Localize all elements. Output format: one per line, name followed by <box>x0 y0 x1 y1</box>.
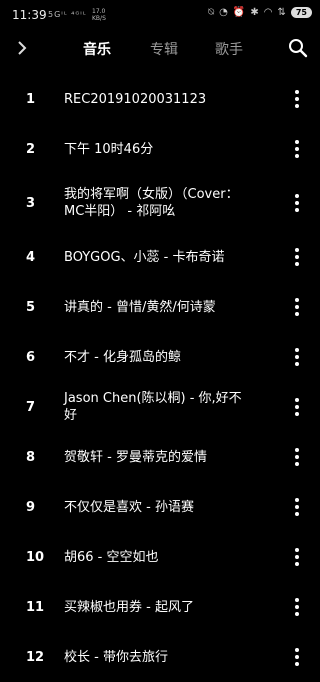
signal-icon: 5Gᴵᴸ ⁴ᴳᴵᴸ <box>48 10 87 19</box>
song-title: 我的将军啊（女版）（Cover：MC半阳） - 祁阿吆 <box>64 187 239 219</box>
song-title: 买辣椒也用券 - 起风了 <box>64 599 194 615</box>
song-number: 7 <box>26 399 36 415</box>
search-icon[interactable] <box>287 37 309 59</box>
wifi-icon: ◠ <box>263 7 273 18</box>
network-speed: 17.0 KB/S <box>92 8 106 22</box>
tab-music[interactable]: 音乐 <box>83 39 111 59</box>
song-row[interactable]: 7 Jason Chen(陈以桐) - 你,好不好 <box>0 382 320 432</box>
song-number: 2 <box>26 141 36 157</box>
song-number: 1 <box>26 91 36 107</box>
more-options-icon[interactable] <box>294 174 300 232</box>
song-number: 5 <box>26 299 36 315</box>
song-number: 3 <box>26 195 36 211</box>
song-row[interactable]: 2 下午 10时46分 <box>0 124 320 174</box>
song-list: 1 REC20191020031123 2 下午 10时46分 3 我的将军啊（… <box>0 74 320 682</box>
song-row[interactable]: 4 BOYGOG、小蕊 - 卡布奇诺 <box>0 232 320 282</box>
status-time: 11:39 <box>12 8 47 22</box>
song-row[interactable]: 8 贺敬轩 - 罗曼蒂克的爱情 <box>0 432 320 482</box>
song-number: 10 <box>26 549 45 565</box>
song-title: 胡66 - 空空如也 <box>64 549 159 565</box>
more-options-icon[interactable] <box>294 482 300 532</box>
top-navigation: 音乐 专辑 歌手 <box>0 33 320 65</box>
song-row[interactable]: 11 买辣椒也用券 - 起风了 <box>0 582 320 632</box>
mobile-data-icon: ⇅ <box>277 7 286 18</box>
song-number: 9 <box>26 499 36 515</box>
song-row[interactable]: 1 REC20191020031123 <box>0 74 320 124</box>
more-options-icon[interactable] <box>294 432 300 482</box>
network-speed-value: 17.0 <box>92 8 106 15</box>
more-options-icon[interactable] <box>294 282 300 332</box>
status-icons: ⍉ ◔ ⏰ ✱ ◠ ⇅ 75 <box>208 7 312 18</box>
network-speed-unit: KB/S <box>92 15 106 22</box>
tab-singer[interactable]: 歌手 <box>215 39 243 59</box>
more-options-icon[interactable] <box>294 332 300 382</box>
song-number: 8 <box>26 449 36 465</box>
more-options-icon[interactable] <box>294 382 300 432</box>
more-options-icon[interactable] <box>294 532 300 582</box>
silent-icon: ◔ <box>219 7 228 18</box>
song-row[interactable]: 3 我的将军啊（女版）（Cover：MC半阳） - 祁阿吆 <box>0 174 320 232</box>
back-chevron-icon[interactable] <box>16 37 28 65</box>
more-options-icon[interactable] <box>294 232 300 282</box>
song-number: 11 <box>26 599 45 615</box>
more-options-icon[interactable] <box>294 74 300 124</box>
song-title: 不仅仅是喜欢 - 孙语赛 <box>64 499 194 515</box>
more-options-icon[interactable] <box>294 582 300 632</box>
song-row[interactable]: 6 不才 - 化身孤岛的鲸 <box>0 332 320 382</box>
song-title: 贺敬轩 - 罗曼蒂克的爱情 <box>64 449 207 465</box>
tab-album[interactable]: 专辑 <box>150 39 178 59</box>
song-title: 不才 - 化身孤岛的鲸 <box>64 349 181 365</box>
battery-indicator: 75 <box>290 7 312 18</box>
more-options-icon[interactable] <box>294 124 300 174</box>
alarm-off-icon: ⍉ <box>208 7 215 18</box>
song-title: 讲真的 - 曾惜/黄然/何诗蒙 <box>64 299 216 315</box>
bluetooth-icon: ✱ <box>250 7 259 18</box>
song-row[interactable]: 10 胡66 - 空空如也 <box>0 532 320 582</box>
status-bar: 11:39 5Gᴵᴸ ⁴ᴳᴵᴸ 17.0 KB/S ⍉ ◔ ⏰ ✱ ◠ ⇅ 75 <box>0 0 320 30</box>
song-title: REC20191020031123 <box>64 91 207 107</box>
song-number: 6 <box>26 349 36 365</box>
song-title: BOYGOG、小蕊 - 卡布奇诺 <box>64 249 225 265</box>
alarm-icon: ⏰ <box>232 7 246 18</box>
song-row[interactable]: 5 讲真的 - 曾惜/黄然/何诗蒙 <box>0 282 320 332</box>
song-title: Jason Chen(陈以桐) - 你,好不好 <box>64 391 242 423</box>
song-row[interactable]: 9 不仅仅是喜欢 - 孙语赛 <box>0 482 320 532</box>
song-title: 下午 10时46分 <box>64 141 154 157</box>
song-number: 4 <box>26 249 36 265</box>
